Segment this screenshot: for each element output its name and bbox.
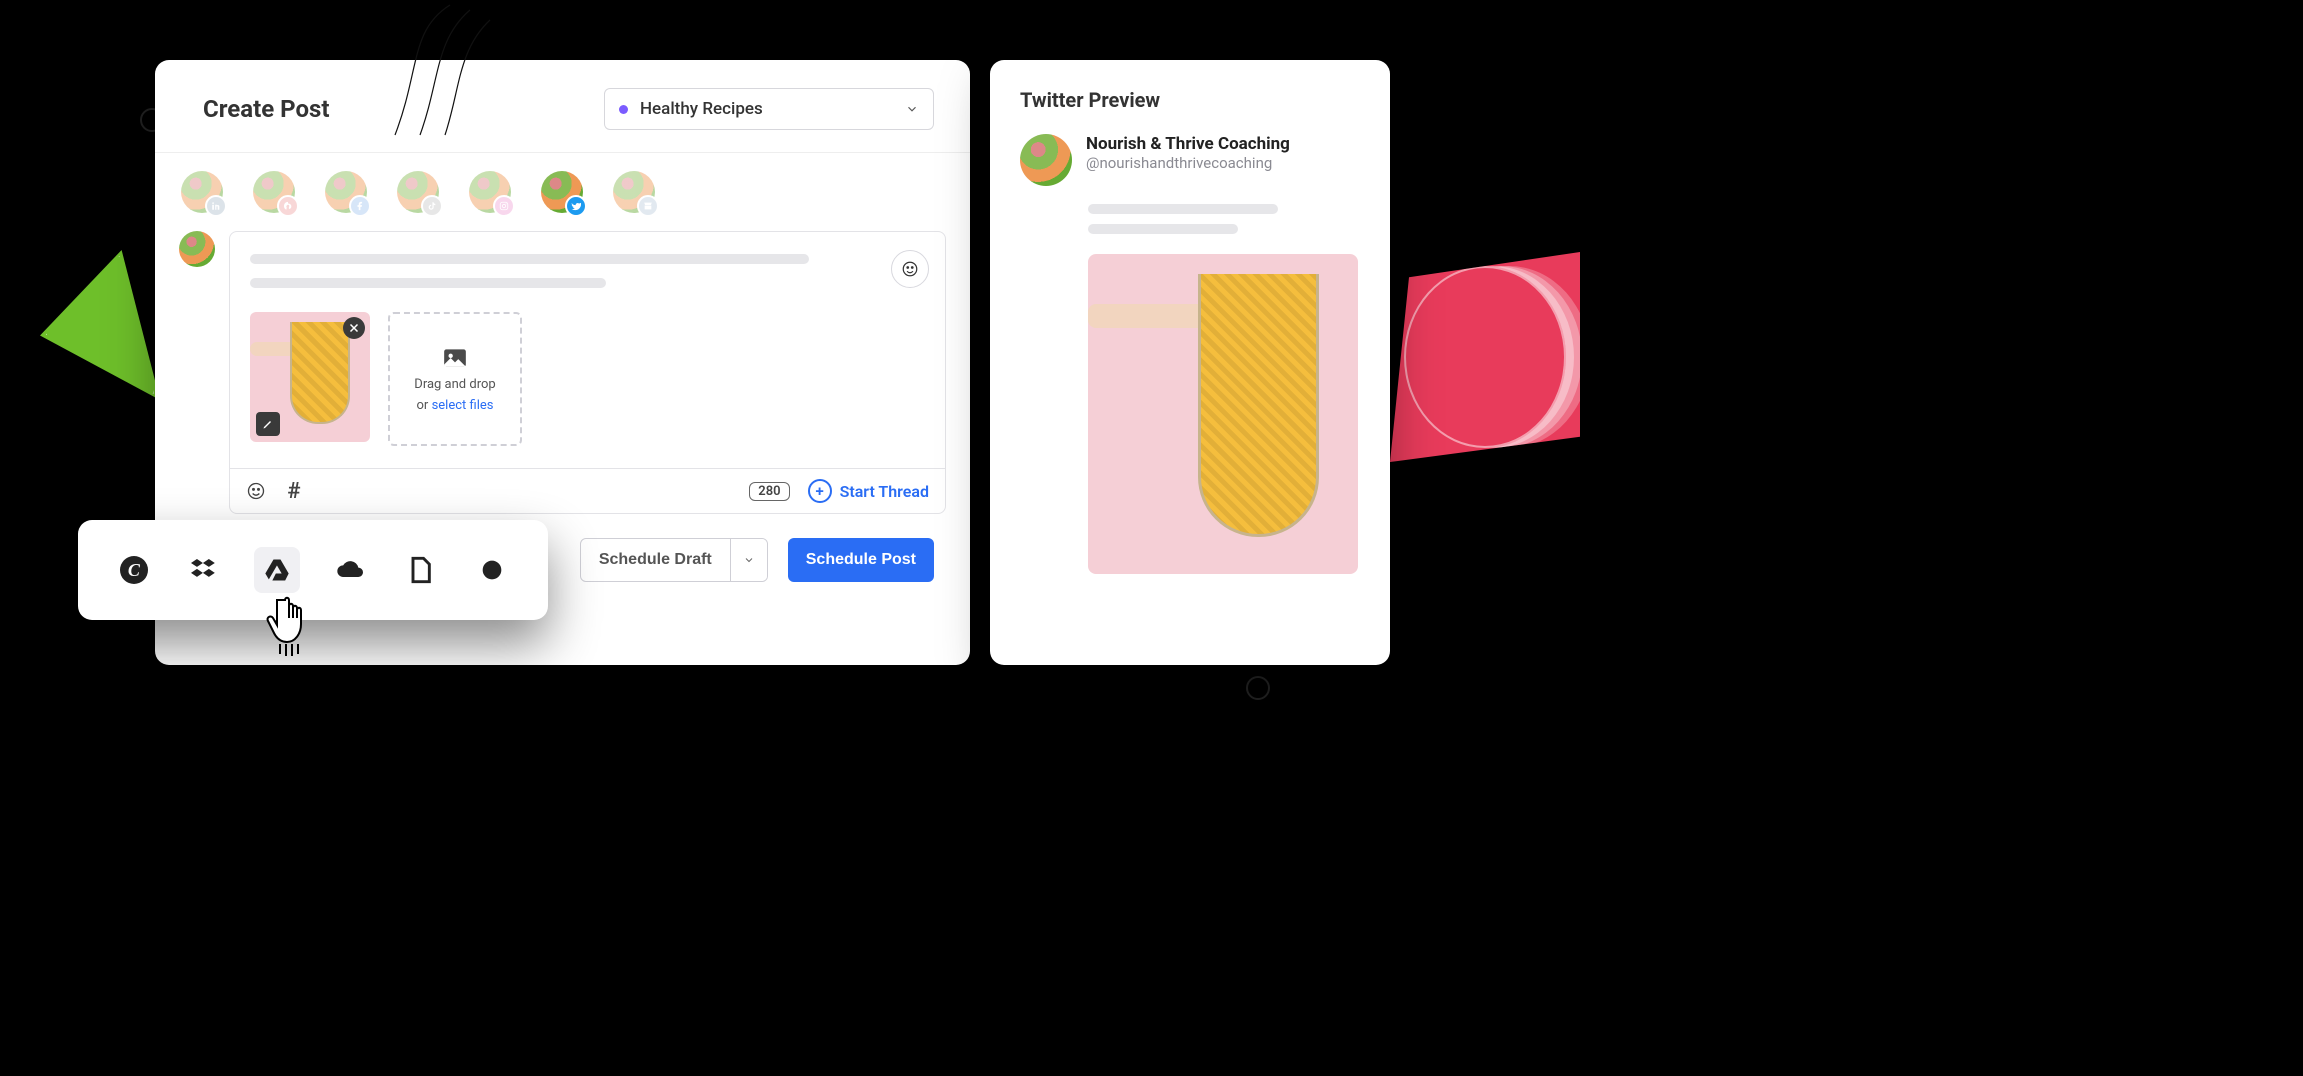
editor-toolbar: # 280 + Start Thread xyxy=(230,468,945,513)
pointer-cursor-icon xyxy=(265,590,325,660)
preview-avatar xyxy=(1020,134,1072,186)
cloud-icon xyxy=(335,556,363,584)
source-dropbox[interactable] xyxy=(182,547,228,593)
placeholder-line xyxy=(250,278,606,288)
stage: Create Post Healthy Recipes xyxy=(0,0,1580,735)
google-drive-icon xyxy=(263,556,291,584)
storefront-icon xyxy=(637,195,659,217)
instagram-icon xyxy=(493,195,515,217)
plus-circle-icon: + xyxy=(808,479,832,503)
source-google-photos[interactable] xyxy=(469,547,515,593)
decorative-shape-red xyxy=(1390,252,1580,462)
source-cloud[interactable] xyxy=(326,547,372,593)
twitter-preview-panel: Twitter Preview Nourish & Thrive Coachin… xyxy=(990,60,1390,665)
dropdown-dot-icon xyxy=(619,105,628,114)
account-google-business[interactable] xyxy=(613,171,655,213)
account-selector-row xyxy=(155,153,970,219)
attached-image-thumbnail[interactable] xyxy=(250,312,370,442)
decorative-circle xyxy=(1246,676,1270,700)
linkedin-icon xyxy=(205,195,227,217)
media-row: Drag and drop or select files xyxy=(230,306,945,468)
remove-image-button[interactable] xyxy=(343,317,365,339)
emoji-button[interactable] xyxy=(246,481,266,501)
chevron-down-icon xyxy=(905,102,919,116)
edit-image-button[interactable] xyxy=(256,412,280,436)
account-twitter[interactable] xyxy=(541,171,583,213)
twitter-icon xyxy=(565,195,587,217)
dropzone-text: Drag and drop xyxy=(414,377,495,392)
account-linkedin[interactable] xyxy=(181,171,223,213)
hashtag-button[interactable]: # xyxy=(284,481,304,501)
account-tiktok[interactable] xyxy=(397,171,439,213)
post-editor: Drag and drop or select files # 280 + St… xyxy=(229,231,946,514)
preview-account-name: Nourish & Thrive Coaching xyxy=(1086,134,1290,154)
post-text-area[interactable] xyxy=(230,232,945,306)
canva-icon: C xyxy=(120,556,148,584)
account-pinterest[interactable] xyxy=(253,171,295,213)
schedule-draft-caret[interactable] xyxy=(730,539,767,581)
facebook-icon xyxy=(349,195,371,217)
preview-account-header: Nourish & Thrive Coaching @nourishandthr… xyxy=(1020,134,1360,186)
close-icon xyxy=(348,322,360,334)
start-thread-button[interactable]: + Start Thread xyxy=(808,479,929,503)
schedule-draft-split-button: Schedule Draft xyxy=(580,538,768,582)
source-file[interactable] xyxy=(397,547,443,593)
media-dropzone[interactable]: Drag and drop or select files xyxy=(388,312,522,446)
pinwheel-icon xyxy=(478,556,506,584)
source-google-drive[interactable] xyxy=(254,547,300,593)
pinterest-icon xyxy=(277,195,299,217)
start-thread-label: Start Thread xyxy=(840,482,929,501)
schedule-draft-button[interactable]: Schedule Draft xyxy=(581,539,730,581)
composer-body: Drag and drop or select files # 280 + St… xyxy=(155,219,970,514)
dropdown-selected: Healthy Recipes xyxy=(640,99,763,119)
tiktok-icon xyxy=(421,195,443,217)
account-facebook[interactable] xyxy=(325,171,367,213)
composer-title: Create Post xyxy=(203,95,329,123)
dropzone-text-2: or select files xyxy=(417,398,494,413)
decorative-shape-green xyxy=(40,250,160,400)
schedule-post-button[interactable]: Schedule Post xyxy=(788,538,934,582)
account-instagram[interactable] xyxy=(469,171,511,213)
category-dropdown[interactable]: Healthy Recipes xyxy=(604,88,934,130)
preview-title: Twitter Preview xyxy=(1020,88,1360,112)
character-count: 280 xyxy=(749,482,789,501)
pencil-icon xyxy=(262,418,274,430)
preview-image xyxy=(1088,254,1358,574)
dropbox-icon xyxy=(191,556,219,584)
placeholder-line xyxy=(250,254,809,264)
smile-icon xyxy=(246,481,266,501)
preview-text-placeholder xyxy=(1088,204,1360,234)
file-icon xyxy=(406,556,434,584)
chevron-down-icon xyxy=(743,554,755,566)
decorative-scribble xyxy=(390,0,510,140)
preview-account-handle: @nourishandthrivecoaching xyxy=(1086,154,1290,172)
composer-header: Create Post Healthy Recipes xyxy=(155,60,970,153)
source-canva[interactable]: C xyxy=(111,547,157,593)
image-icon xyxy=(440,345,470,371)
composer-avatar xyxy=(179,231,215,267)
smile-icon xyxy=(901,260,919,278)
emoji-picker-button[interactable] xyxy=(891,250,929,288)
select-files-link[interactable]: select files xyxy=(432,398,494,413)
